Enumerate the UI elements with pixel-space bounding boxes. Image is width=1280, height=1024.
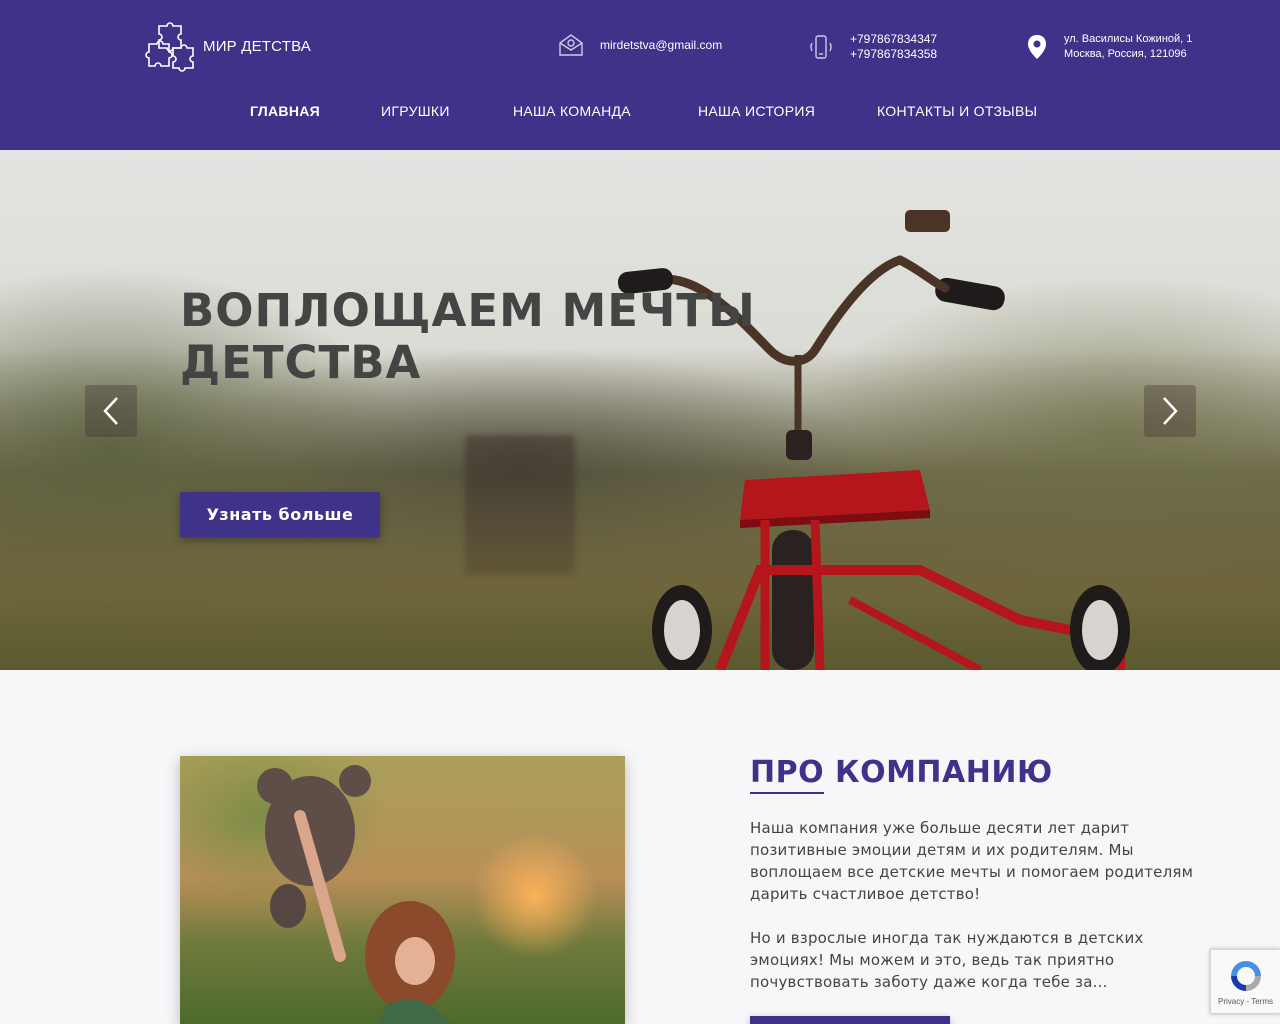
about-title-rest: КОМПАНИЮ xyxy=(824,755,1053,790)
nav-item-team[interactable]: НАША КОМАНДА xyxy=(513,103,631,119)
nav-item-home[interactable]: ГЛАВНАЯ xyxy=(250,103,320,119)
nav-item-toys[interactable]: ИГРУШКИ xyxy=(381,103,450,119)
hero-title: ВОПЛОЩАЕМ МЕЧТЫ ДЕТСТВА xyxy=(180,284,756,389)
main-nav: ГЛАВНАЯ ИГРУШКИ НАША КОМАНДА НАША ИСТОРИ… xyxy=(0,103,1280,123)
recaptcha-badge[interactable]: Privacy - Terms xyxy=(1210,949,1280,1014)
about-paragraph: Наша компания уже больше десяти лет дари… xyxy=(750,819,1194,903)
slider-prev-button[interactable] xyxy=(85,385,137,437)
chevron-right-icon xyxy=(1163,397,1178,425)
slider-next-button[interactable] xyxy=(1144,385,1196,437)
address-line: Москва, Россия, 121096 xyxy=(1064,48,1187,60)
about-photo-girl-with-teddy-bear xyxy=(180,756,625,1024)
learn-more-button[interactable]: Узнать больше xyxy=(180,492,380,537)
contact-email[interactable]: mirdetstva@gmail.com xyxy=(558,32,722,58)
chevron-left-icon xyxy=(103,397,118,425)
phone-number[interactable]: +797867834358 xyxy=(850,47,937,62)
nav-item-history[interactable]: НАША ИСТОРИЯ xyxy=(698,103,815,119)
tricycle-image xyxy=(617,210,1130,670)
phone-number[interactable]: +797867834347 xyxy=(850,32,937,47)
recaptcha-privacy-terms[interactable]: Privacy - Terms xyxy=(1218,997,1273,1006)
about-more-button[interactable] xyxy=(750,1016,950,1024)
site-header: МИР ДЕТСТВА mirdetstva@gmail.com +797867… xyxy=(0,0,1280,150)
recaptcha-logo-icon xyxy=(1230,961,1261,991)
puzzle-logo-icon xyxy=(145,22,194,72)
about-paragraph: Но и взрослые иногда так нуждаются в дет… xyxy=(750,929,1144,991)
phone-icon xyxy=(808,34,834,60)
about-section-title: ПРО КОМПАНИЮ xyxy=(750,755,1053,794)
girl-teddy-illustration xyxy=(257,765,455,1024)
about-title-highlight: ПРО xyxy=(750,755,825,794)
logo-text: МИР ДЕТСТВА xyxy=(203,37,311,55)
address-line: ул. Василисы Кожиной, 1 xyxy=(1064,33,1193,45)
envelope-icon xyxy=(558,32,584,58)
location-pin-icon xyxy=(1024,34,1050,60)
hero-slider: ВОПЛОЩАЕМ МЕЧТЫ ДЕТСТВА Узнать больше xyxy=(0,150,1280,670)
contact-phone: +797867834347 +797867834358 xyxy=(808,32,937,62)
contact-address: ул. Василисы Кожиной, 1 Москва, Россия, … xyxy=(1024,32,1192,62)
email-link[interactable]: mirdetstva@gmail.com xyxy=(600,38,722,52)
nav-item-contacts[interactable]: КОНТАКТЫ И ОТЗЫВЫ xyxy=(877,103,1037,119)
logo[interactable]: МИР ДЕТСТВА xyxy=(145,20,311,72)
